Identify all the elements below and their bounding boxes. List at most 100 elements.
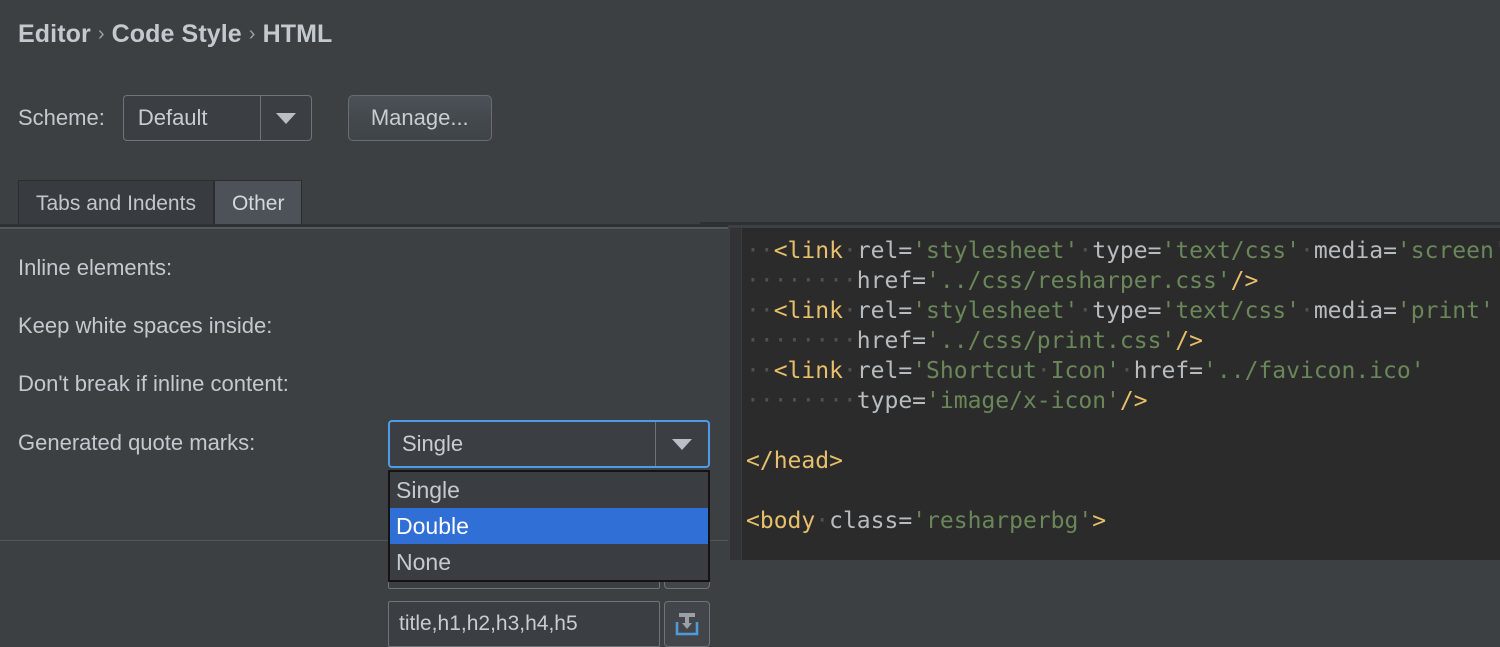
- code-token-attr: class=: [829, 508, 913, 534]
- breadcrumb-separator-icon: ›: [248, 23, 256, 45]
- code-token-tag: <link: [773, 298, 843, 324]
- code-token-tag: />: [1119, 388, 1148, 414]
- dont-break-if-inline-content-input[interactable]: title,h1,h2,h3,h4,h5: [388, 601, 660, 647]
- code-token-str: 'image/x-icon': [926, 388, 1120, 414]
- code-line: <body·class='resharperbg'>: [746, 506, 1500, 536]
- breadcrumb-item-editor[interactable]: Editor: [18, 20, 91, 48]
- tab-other[interactable]: Other: [213, 180, 303, 226]
- code-token-attr: href=: [856, 328, 927, 354]
- generated-quote-marks-value: Single: [402, 431, 464, 456]
- code-token-ws: ·: [1036, 358, 1051, 384]
- code-token-ws: ·: [815, 508, 830, 534]
- code-token-attr: media=: [1313, 238, 1397, 264]
- code-token-ws: ··: [746, 238, 774, 264]
- breadcrumb-item-html: HTML: [262, 20, 333, 48]
- generated-quote-marks-combobox[interactable]: Single: [388, 420, 710, 468]
- code-token-attr: href=: [1133, 358, 1204, 384]
- code-token-ws: ··: [746, 298, 774, 324]
- code-token-ws: ·: [842, 298, 857, 324]
- code-token-str: 'text/css': [1161, 238, 1300, 264]
- insert-into-box-icon-button-dont-break[interactable]: [664, 601, 710, 647]
- scheme-combobox[interactable]: Default: [122, 95, 312, 141]
- scheme-combobox-value: Default: [137, 105, 208, 130]
- code-line: ········type='image/x-icon'/>: [746, 386, 1500, 416]
- code-token-attr: rel=: [856, 358, 913, 384]
- scheme-combobox-arrow[interactable]: [259, 96, 311, 140]
- code-token-tag: />: [1175, 328, 1203, 354]
- code-token-attr: href=: [856, 268, 927, 294]
- chevron-down-icon: [672, 438, 692, 450]
- tab-tabs-and-indents[interactable]: Tabs and Indents: [18, 180, 214, 226]
- code-token-attr: media=: [1313, 298, 1397, 324]
- code-token-ws: ·: [842, 358, 857, 384]
- code-line: </head>: [746, 446, 1500, 476]
- code-token-str: '../favicon.ico': [1203, 358, 1425, 384]
- code-token-str: 'text/css': [1161, 298, 1300, 324]
- code-token-ws: ·: [1119, 358, 1134, 384]
- label-inline-elements: Inline elements:: [18, 255, 173, 280]
- code-token-ws: ········: [746, 388, 857, 414]
- label-keep-white-spaces-inside: Keep white spaces inside:: [18, 313, 273, 338]
- code-token-ws: ········: [746, 328, 857, 354]
- generated-quote-marks-arrow[interactable]: [655, 422, 708, 466]
- code-token-ws: ·: [1299, 298, 1314, 324]
- code-token-ws: ·: [1078, 298, 1093, 324]
- code-token-attr: rel=: [856, 298, 913, 324]
- code-token-attr: type=: [1092, 238, 1162, 264]
- code-token-tag: />: [1230, 268, 1259, 294]
- insert-into-box-icon: [675, 613, 699, 636]
- row-generated-quote-marks: Generated quote marks:: [18, 420, 255, 466]
- dropdown-option-none[interactable]: None: [390, 544, 708, 580]
- manage-button[interactable]: Manage...: [347, 95, 492, 141]
- code-token-ws: ·: [842, 238, 857, 264]
- breadcrumb-separator-icon: ›: [97, 23, 105, 45]
- tab-bar-underline-highlight: [0, 227, 728, 229]
- code-token-attr: rel=: [856, 238, 913, 264]
- code-token-ws: ·: [1299, 238, 1314, 264]
- code-token-str: Icon': [1050, 358, 1120, 384]
- code-token-str: 'Shortcut: [912, 358, 1037, 384]
- code-token-ws: ··: [746, 358, 774, 384]
- chevron-down-icon: [275, 112, 296, 124]
- code-token-tag: <link: [773, 238, 843, 264]
- code-line: ··<link·rel='stylesheet'·type='text/css'…: [746, 296, 1500, 326]
- code-token-str: 'stylesheet': [912, 298, 1079, 324]
- code-line: ··<link·rel='stylesheet'·type='text/css'…: [746, 236, 1500, 266]
- code-token-attr: type=: [1092, 298, 1162, 324]
- label-generated-quote-marks: Generated quote marks:: [18, 430, 256, 455]
- code-token-attr: type=: [856, 388, 927, 414]
- code-preview-text: ··<link·rel='stylesheet'·type='text/css'…: [746, 236, 1500, 536]
- code-token-tag: >: [1092, 508, 1107, 534]
- code-preview-panel[interactable]: ··<link·rel='stylesheet'·type='text/css'…: [730, 228, 1500, 560]
- scheme-label: Scheme:: [18, 105, 105, 130]
- editor-gutter: [730, 228, 742, 560]
- code-line: ········href='../css/resharper.css'/>: [746, 266, 1500, 296]
- breadcrumb: Editor › Code Style › HTML: [18, 20, 332, 49]
- field-dont-break-if-inline-content: title,h1,h2,h3,h4,h5: [388, 601, 710, 647]
- code-token-tag: <body: [746, 508, 816, 534]
- code-line: ··<link·rel='Shortcut·Icon'·href='../fav…: [746, 356, 1500, 386]
- dropdown-option-single[interactable]: Single: [390, 472, 708, 508]
- code-token-str: 'stylesheet': [912, 238, 1079, 264]
- code-token-str: '../css/resharper.css': [926, 268, 1231, 294]
- code-token-ws: ········: [746, 268, 857, 294]
- code-token-str: 'resharperbg': [912, 508, 1093, 534]
- code-token-str: 'print': [1396, 298, 1494, 324]
- code-token-str: 'screen': [1396, 238, 1500, 264]
- code-line: ········href='../css/print.css'/>: [746, 326, 1500, 356]
- generated-quote-marks-dropdown-popup: Single Double None: [388, 470, 710, 582]
- preview-panel-top-separator: [700, 222, 1500, 225]
- tab-bar: Tabs and Indents Other: [18, 178, 303, 226]
- scheme-row: Scheme: Default Manage...: [18, 95, 492, 141]
- code-token-tag: </head>: [746, 448, 843, 474]
- dropdown-option-double[interactable]: Double: [390, 508, 708, 544]
- code-token-tag: <link: [773, 358, 843, 384]
- row-dont-break-if-inline-content: Don't break if inline content:: [18, 361, 289, 407]
- row-inline-elements: Inline elements:: [18, 245, 172, 291]
- row-keep-white-spaces: Keep white spaces inside:: [18, 303, 272, 349]
- code-token-str: '../css/print.css': [926, 328, 1176, 354]
- breadcrumb-item-code-style[interactable]: Code Style: [112, 20, 242, 48]
- label-dont-break-if-inline-content: Don't break if inline content:: [18, 371, 289, 396]
